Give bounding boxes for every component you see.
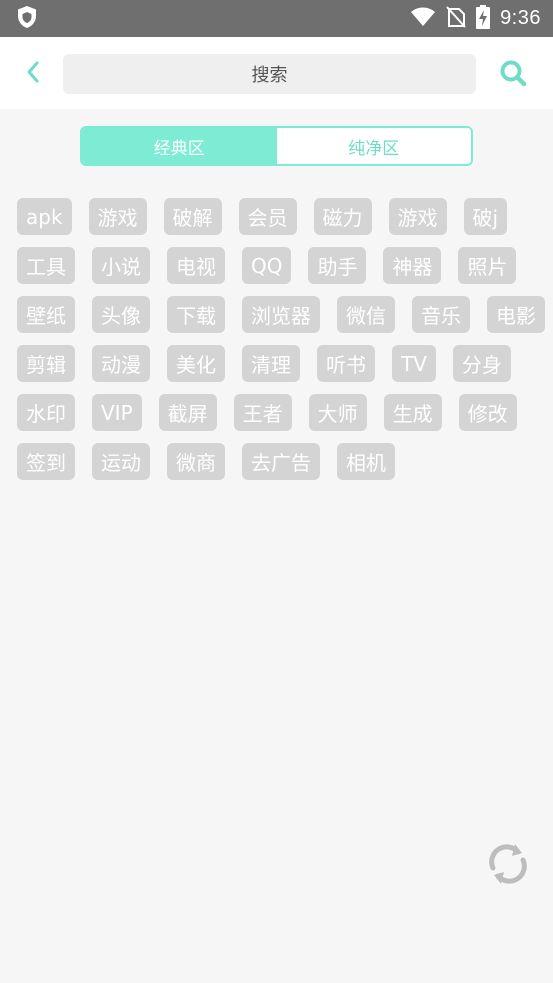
tag-item[interactable]: apk bbox=[17, 198, 72, 235]
battery-charging-icon bbox=[476, 4, 491, 33]
tag-item[interactable]: 音乐 bbox=[412, 296, 470, 333]
tag-item[interactable]: 工具 bbox=[17, 247, 75, 284]
tag-item[interactable]: 破j bbox=[463, 198, 508, 235]
back-button[interactable] bbox=[18, 59, 48, 89]
tag-item[interactable]: 会员 bbox=[238, 198, 297, 235]
refresh-button[interactable] bbox=[484, 842, 532, 890]
tag-item[interactable]: 下载 bbox=[167, 296, 225, 333]
tab-classic-zone[interactable]: 经典区 bbox=[82, 128, 277, 164]
tag-item[interactable]: 分身 bbox=[452, 345, 511, 382]
tag-item[interactable]: 水印 bbox=[17, 394, 75, 431]
tag-item[interactable]: TV bbox=[392, 345, 436, 382]
tag-item[interactable]: 相机 bbox=[337, 443, 395, 480]
tag-item[interactable]: 去广告 bbox=[242, 443, 320, 480]
tag-item[interactable]: 大师 bbox=[308, 394, 367, 431]
no-sim-icon bbox=[446, 5, 466, 32]
search-icon bbox=[499, 59, 527, 91]
tag-item[interactable]: 助手 bbox=[308, 247, 367, 284]
tag-item[interactable]: 游戏 bbox=[388, 198, 447, 235]
tag-item[interactable]: 微商 bbox=[167, 443, 225, 480]
tag-item[interactable]: 清理 bbox=[242, 345, 300, 382]
tag-item[interactable]: VIP bbox=[92, 394, 142, 431]
tag-item[interactable]: 听书 bbox=[317, 345, 375, 382]
tag-list: apk 游戏 破解 会员 磁力 游戏 破j 工具 小说 电视 QQ 助手 神器 … bbox=[17, 198, 553, 480]
tag-item[interactable]: 生成 bbox=[383, 394, 442, 431]
tag-item[interactable]: 签到 bbox=[17, 443, 75, 480]
tag-item[interactable]: 动漫 bbox=[92, 345, 150, 382]
tag-item[interactable]: 壁纸 bbox=[17, 296, 75, 333]
tag-item[interactable]: 磁力 bbox=[313, 198, 372, 235]
tag-item[interactable]: 美化 bbox=[167, 345, 225, 382]
search-placeholder: 搜索 bbox=[251, 65, 288, 86]
tag-item[interactable]: 王者 bbox=[233, 394, 292, 431]
wifi-icon bbox=[410, 7, 436, 31]
search-button[interactable] bbox=[495, 57, 531, 93]
tag-item[interactable]: 剪辑 bbox=[17, 345, 75, 382]
shield-app-icon bbox=[16, 5, 38, 33]
tag-item[interactable]: 截屏 bbox=[158, 394, 217, 431]
tag-item[interactable]: 小说 bbox=[92, 247, 150, 284]
tag-item[interactable]: 照片 bbox=[458, 247, 517, 284]
tab-pure-zone[interactable]: 纯净区 bbox=[276, 128, 471, 164]
tag-item[interactable]: 浏览器 bbox=[242, 296, 320, 333]
tag-item[interactable]: 头像 bbox=[92, 296, 150, 333]
tag-item[interactable]: 运动 bbox=[92, 443, 150, 480]
app-bar: 搜索 bbox=[0, 37, 553, 109]
zone-tabs: 经典区 纯净区 bbox=[80, 126, 473, 166]
tag-item[interactable]: 神器 bbox=[383, 247, 442, 284]
tag-item[interactable]: 破解 bbox=[163, 198, 222, 235]
tag-item[interactable]: 微信 bbox=[337, 296, 395, 333]
search-input[interactable]: 搜索 bbox=[63, 54, 476, 94]
chevron-left-icon bbox=[25, 60, 41, 88]
tag-item[interactable]: 电影 bbox=[487, 296, 545, 333]
tag-item[interactable]: 修改 bbox=[458, 394, 517, 431]
tag-item[interactable]: 电视 bbox=[167, 247, 225, 284]
status-bar: 9:36 bbox=[0, 0, 553, 37]
tag-item[interactable]: 游戏 bbox=[88, 198, 147, 235]
status-time: 9:36 bbox=[500, 7, 541, 29]
refresh-icon bbox=[485, 841, 531, 891]
tag-item[interactable]: QQ bbox=[242, 247, 292, 284]
